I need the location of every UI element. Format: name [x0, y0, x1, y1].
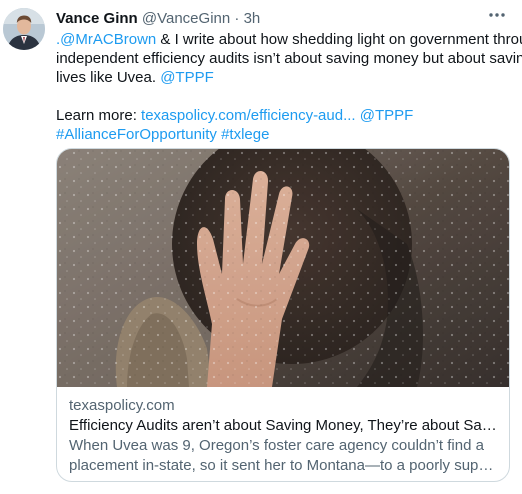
mention-mracbrown[interactable]: .@MrACBrown	[56, 31, 156, 48]
more-horizontal-icon[interactable]	[486, 6, 508, 24]
separator-dot: ·	[234, 10, 240, 27]
link-preview-card[interactable]: texaspolicy.com Efficiency Audits aren’t…	[56, 148, 510, 482]
mention-tppf-2[interactable]: @TPPF	[360, 107, 414, 124]
tweet-text: .@MrACBrown & I write about how shedding…	[56, 30, 522, 144]
tweet-text-3: lives like Uvea.	[56, 69, 161, 86]
card-text: texaspolicy.com Efficiency Audits aren’t…	[69, 396, 499, 476]
card-title[interactable]: Efficiency Audits aren’t about Saving Mo…	[69, 416, 499, 436]
card-description-1: When Uvea was 9, Oregon’s foster care ag…	[69, 437, 484, 454]
tweet-header: Vance Ginn @VanceGinn · 3h	[56, 10, 260, 28]
learn-more-link[interactable]: texaspolicy.com/efficiency-aud...	[141, 107, 356, 124]
tweet[interactable]: Vance Ginn @VanceGinn · 3h .@MrACBrown &…	[0, 0, 522, 494]
tweet-text-1: & I write about how shedding light on go…	[156, 31, 522, 48]
tweet-line-2: independent efficiency audits isn’t abou…	[56, 50, 522, 67]
timestamp[interactable]: 3h	[244, 10, 261, 27]
learn-more-label: Learn more:	[56, 107, 142, 124]
mention-tppf[interactable]: @TPPF	[160, 69, 214, 86]
card-description-2: placement in-state, so it sent her to Mo…	[69, 457, 499, 474]
card-image[interactable]	[57, 149, 509, 387]
hashtag-allianceforopportunity[interactable]: #AllianceForOpportunity	[56, 126, 217, 143]
hashtag-txlege[interactable]: #txlege	[221, 126, 269, 143]
avatar[interactable]	[3, 8, 45, 50]
card-domain: texaspolicy.com	[69, 397, 175, 414]
tweet-line-1: .@MrACBrown & I write about how shedding…	[56, 30, 522, 49]
author-name[interactable]: Vance Ginn	[56, 10, 138, 27]
tweet-line-3: lives like Uvea. @TPPF	[56, 68, 506, 87]
hashtag-line: #AllianceForOpportunity #txlege	[56, 125, 506, 144]
author-handle[interactable]: @VanceGinn	[142, 10, 230, 27]
learn-more-line: Learn more: texaspolicy.com/efficiency-a…	[56, 106, 506, 125]
